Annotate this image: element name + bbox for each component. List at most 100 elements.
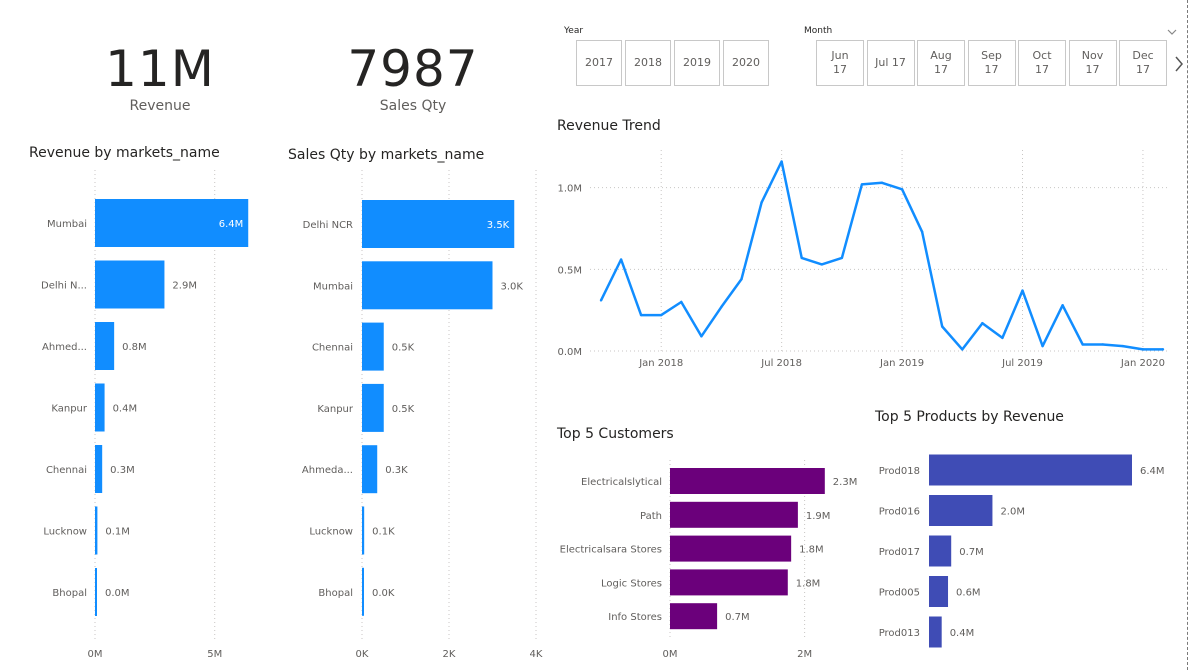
bar[interactable] [95, 322, 115, 370]
data-label: 0.4M [113, 404, 138, 415]
x-tick-label: Jan 2020 [1120, 358, 1165, 369]
line-point[interactable] [961, 348, 964, 351]
line-point[interactable] [941, 325, 944, 328]
data-label: 1.9M [806, 511, 831, 522]
bar[interactable] [670, 569, 788, 596]
bar[interactable] [929, 454, 1132, 486]
category-label: Ahmeda... [302, 465, 353, 476]
bar[interactable] [362, 506, 365, 555]
bar[interactable] [670, 603, 718, 630]
x-tick-label: Jan 2018 [638, 358, 683, 369]
line-point[interactable] [1141, 348, 1145, 351]
line-point[interactable] [619, 258, 623, 261]
bar[interactable] [95, 260, 165, 309]
line-point[interactable] [720, 305, 723, 309]
data-label: 0.1K [372, 527, 395, 538]
category-label: Mumbai [47, 219, 87, 230]
data-label: 0.5K [392, 404, 415, 415]
bar[interactable] [670, 535, 792, 562]
tick-label: 0K [356, 649, 369, 660]
line-point[interactable] [1101, 343, 1104, 346]
line-point[interactable] [599, 299, 603, 302]
data-label: 0.5K [392, 343, 415, 354]
data-label: 1.8M [796, 578, 821, 589]
category-label: Info Stores [608, 612, 662, 623]
category-label: Prod016 [879, 507, 920, 518]
category-label: Prod017 [879, 547, 920, 558]
bar[interactable] [362, 567, 364, 616]
line-point[interactable] [660, 313, 663, 317]
category-label: Kanpur [317, 404, 354, 415]
data-label: 1.8M [799, 545, 824, 556]
category-label: Prod018 [879, 466, 920, 477]
line-point[interactable] [840, 256, 844, 260]
tick-label: 0M [663, 649, 678, 660]
revenue-by-market-chart: 0M 5M Mumbai 6.4M Delhi N... 2.9M Ahmed... 0.8M… [41, 150, 1170, 660]
data-label: 0.0K [372, 588, 395, 599]
bar[interactable] [929, 616, 942, 648]
bar[interactable] [362, 445, 378, 494]
line-point[interactable] [639, 313, 643, 317]
line-point[interactable] [740, 277, 743, 281]
data-label: 0.3K [385, 465, 408, 476]
data-label: 0.7M [725, 612, 750, 623]
bar[interactable] [362, 322, 384, 371]
bar[interactable] [670, 501, 798, 528]
line-point[interactable] [1061, 304, 1064, 307]
category-label: Ahmed... [42, 342, 87, 353]
revenue-trend-line[interactable] [599, 160, 1163, 351]
x-tick-label: Jul 2019 [1001, 358, 1043, 369]
y-tick-label: 0.0M [557, 347, 582, 358]
line-point[interactable] [780, 160, 783, 163]
line-point[interactable] [880, 181, 884, 184]
line-point[interactable] [920, 230, 924, 233]
line-point[interactable] [1001, 336, 1004, 340]
data-label: 6.4M [219, 219, 244, 230]
tick-label: 2M [797, 649, 812, 660]
category-label: Bhopal [52, 588, 87, 599]
line-point[interactable] [1081, 343, 1084, 346]
line-point[interactable] [820, 263, 823, 266]
bar[interactable] [929, 535, 952, 567]
bar[interactable] [362, 383, 384, 432]
bar[interactable] [95, 383, 105, 432]
line-point[interactable] [760, 201, 763, 204]
line-point[interactable] [800, 256, 803, 260]
line-point[interactable] [860, 183, 864, 186]
line-point[interactable] [981, 322, 984, 325]
data-label: 3.5K [487, 220, 510, 231]
bar[interactable] [95, 568, 97, 616]
category-label: Chennai [46, 465, 87, 476]
data-label: 2.0M [1000, 507, 1025, 518]
bar[interactable] [95, 445, 103, 493]
bar[interactable] [670, 468, 825, 494]
y-tick-label: 1.0M [557, 184, 582, 195]
data-label: 0.6M [956, 588, 981, 599]
category-label: Logic Stores [601, 578, 662, 589]
data-label: 0.4M [950, 628, 975, 639]
category-label: Delhi NCR [303, 220, 353, 231]
data-label: 0.0M [105, 588, 130, 599]
line-point[interactable] [1161, 348, 1165, 351]
data-label: 3.0K [501, 281, 524, 292]
data-label: 6.4M [1140, 466, 1165, 477]
line-point[interactable] [1041, 344, 1044, 348]
line-point[interactable] [1121, 344, 1125, 348]
x-tick-label: Jul 2018 [760, 358, 802, 369]
category-label: Kanpur [51, 404, 88, 415]
category-label: Delhi N... [41, 281, 87, 292]
tick-label: 4K [530, 649, 543, 660]
category-label: Path [640, 511, 662, 522]
category-label: Bhopal [318, 588, 353, 599]
bar[interactable] [929, 576, 949, 607]
x-tick-label: Jan 2019 [879, 358, 924, 369]
bar[interactable] [95, 506, 98, 555]
bar[interactable] [929, 495, 993, 526]
line-point[interactable] [1021, 289, 1024, 292]
bar[interactable] [362, 261, 493, 310]
line-point[interactable] [680, 300, 683, 304]
data-label: 0.3M [110, 465, 135, 476]
line-point[interactable] [700, 335, 703, 338]
line-point[interactable] [900, 188, 904, 191]
category-label: Lucknow [43, 527, 87, 538]
